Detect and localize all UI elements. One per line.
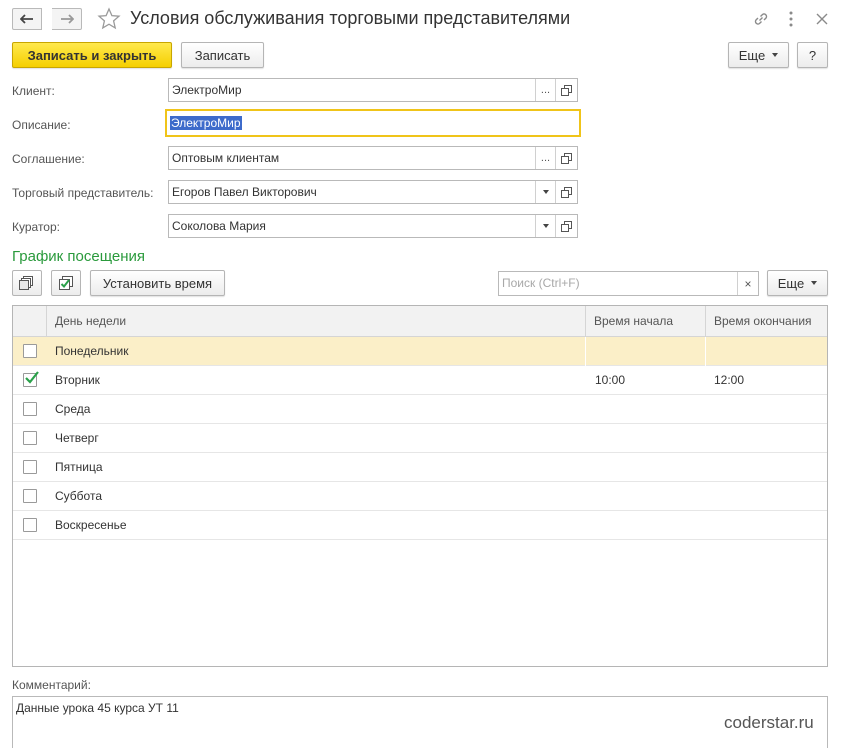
open-window-icon <box>561 84 572 96</box>
link-icon[interactable] <box>752 10 770 28</box>
curator-dropdown-button[interactable] <box>535 215 555 237</box>
client-field[interactable]: ЭлектроМир ... <box>168 78 578 102</box>
agent-label: Торговый представитель: <box>12 186 154 200</box>
client-value: ЭлектроМир <box>172 83 242 97</box>
search-clear-button[interactable]: × <box>737 272 758 295</box>
agent-value: Егоров Павел Викторович <box>172 185 317 199</box>
day-cell: Вторник <box>55 373 100 387</box>
comment-label: Комментарий: <box>12 678 91 692</box>
comment-field[interactable]: Данные урока 45 курса УТ 11 <box>12 696 828 748</box>
agent-open-button[interactable] <box>555 181 577 203</box>
watermark: coderstar.ru <box>724 713 814 732</box>
day-cell: Среда <box>55 402 91 416</box>
agreement-value: Оптовым клиентам <box>172 151 280 165</box>
description-label: Описание: <box>12 118 71 132</box>
open-window-icon <box>561 220 572 232</box>
back-button[interactable] <box>12 8 42 30</box>
window-title: Условия обслуживания торговыми представи… <box>130 8 571 28</box>
day-cell: Четверг <box>55 431 99 445</box>
day-cell: Суббота <box>55 489 102 503</box>
set-time-button[interactable]: Установить время <box>90 270 225 296</box>
row-checkbox[interactable] <box>23 489 37 503</box>
column-header-end[interactable]: Время окончания <box>705 306 827 337</box>
day-cell: Понедельник <box>55 344 129 358</box>
chevron-down-icon <box>542 190 549 194</box>
table-header: День недели Время начала Время окончания <box>13 306 827 337</box>
table-row[interactable]: Вторник 10:00 12:00 <box>13 366 827 395</box>
chevron-down-icon <box>542 224 549 228</box>
more-menu-label: Еще <box>738 47 766 63</box>
schedule-table[interactable]: День недели Время начала Время окончания… <box>12 305 828 667</box>
column-header-day[interactable]: День недели <box>46 306 585 337</box>
help-button[interactable]: ? <box>797 42 828 68</box>
copy-icon <box>19 276 33 290</box>
table-more-label: Еще <box>777 275 805 291</box>
checkmark-icon <box>25 371 39 384</box>
curator-label: Куратор: <box>12 220 60 234</box>
table-row[interactable]: Пятница <box>13 453 827 482</box>
search-box[interactable]: × <box>498 271 759 296</box>
table-row[interactable]: Понедельник <box>13 337 827 366</box>
agent-dropdown-button[interactable] <box>535 181 555 203</box>
save-button[interactable]: Записать <box>181 42 264 68</box>
row-checkbox[interactable] <box>23 518 37 532</box>
save-and-close-button[interactable]: Записать и закрыть <box>12 42 172 68</box>
description-field[interactable]: ЭлектроМир <box>165 109 581 137</box>
row-checkbox[interactable] <box>23 402 37 416</box>
more-menu-button[interactable]: Еще <box>728 42 789 68</box>
description-value: ЭлектроМир <box>170 116 242 130</box>
row-checkbox[interactable] <box>23 431 37 445</box>
column-header-start[interactable]: Время начала <box>585 306 705 337</box>
agent-field[interactable]: Егоров Павел Викторович <box>168 180 578 204</box>
open-window-icon <box>561 186 572 198</box>
more-vertical-icon[interactable] <box>786 10 796 28</box>
end-time-cell: 12:00 <box>714 373 745 387</box>
chevron-down-icon <box>772 53 779 57</box>
table-row[interactable]: Среда <box>13 395 827 424</box>
client-label: Клиент: <box>12 84 55 98</box>
curator-value: Соколова Мария <box>172 219 266 233</box>
agreement-label: Соглашение: <box>12 152 85 166</box>
open-window-icon <box>561 152 572 164</box>
forward-button[interactable] <box>52 8 82 30</box>
table-more-button[interactable]: Еще <box>767 270 828 296</box>
agreement-select-button[interactable]: ... <box>535 147 555 169</box>
close-icon[interactable] <box>814 10 830 28</box>
copy-row-button[interactable] <box>12 270 42 296</box>
table-row[interactable]: Суббота <box>13 482 827 511</box>
row-checkbox[interactable] <box>23 460 37 474</box>
client-select-button[interactable]: ... <box>535 79 555 101</box>
comment-value: Данные урока 45 курса УТ 11 <box>16 701 179 715</box>
check-all-button[interactable] <box>51 270 81 296</box>
arrow-right-icon <box>60 14 74 24</box>
check-all-icon <box>59 276 73 290</box>
curator-open-button[interactable] <box>555 215 577 237</box>
schedule-section-title: График посещения <box>12 248 146 265</box>
agreement-open-button[interactable] <box>555 147 577 169</box>
day-cell: Воскресенье <box>55 518 127 532</box>
search-input[interactable] <box>502 276 732 290</box>
start-time-cell: 10:00 <box>595 373 626 387</box>
favorite-star-icon[interactable] <box>97 7 121 31</box>
curator-field[interactable]: Соколова Мария <box>168 214 578 238</box>
table-row[interactable]: Четверг <box>13 424 827 453</box>
table-row[interactable]: Воскресенье <box>13 511 827 540</box>
chevron-down-icon <box>811 281 818 285</box>
row-checkbox[interactable] <box>23 344 37 358</box>
arrow-left-icon <box>20 14 33 24</box>
agreement-field[interactable]: Оптовым клиентам ... <box>168 146 578 170</box>
client-open-button[interactable] <box>555 79 577 101</box>
row-checkbox[interactable] <box>23 371 39 387</box>
day-cell: Пятница <box>55 460 103 474</box>
